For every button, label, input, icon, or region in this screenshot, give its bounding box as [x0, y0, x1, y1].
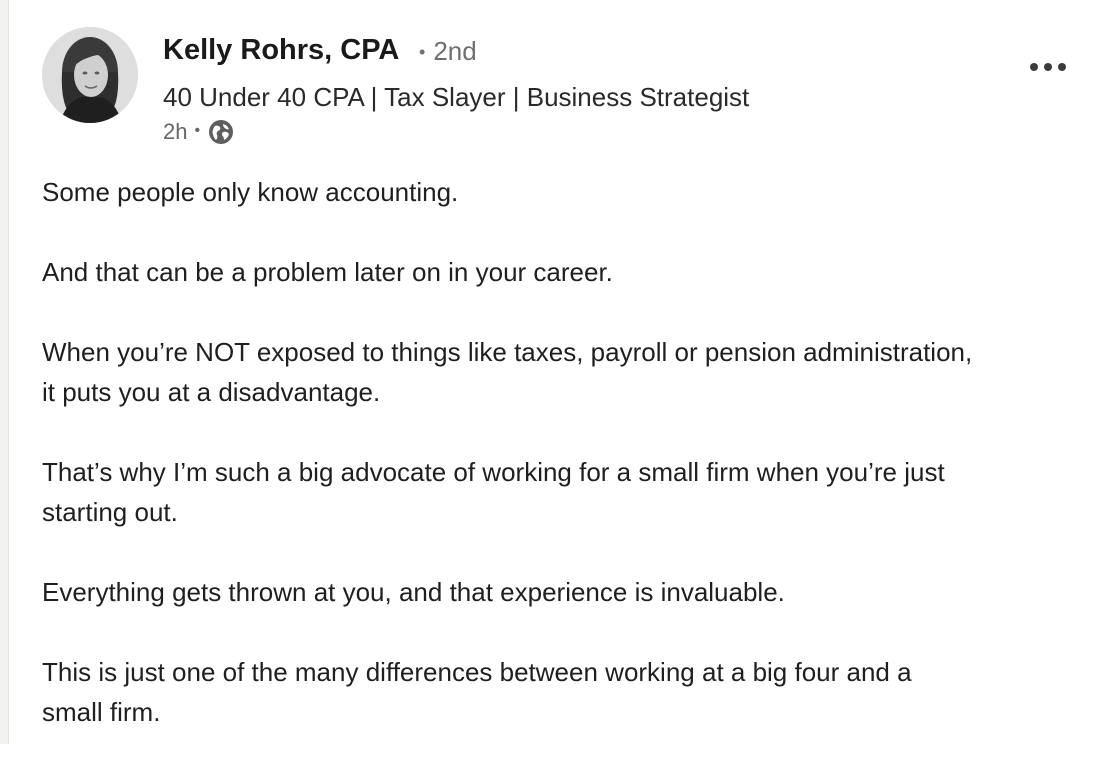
post-body: Some people only know accounting. And th…: [42, 172, 1092, 772]
more-options-button[interactable]: [1023, 52, 1073, 82]
post-time: 2h: [163, 119, 188, 144]
separator-dot: •: [419, 42, 426, 62]
post-paragraph: That’s why I’m such a big advocate of wo…: [42, 457, 945, 527]
connection-degree: • 2nd: [419, 34, 477, 71]
post-paragraph: And that can be a problem later on in yo…: [42, 257, 613, 287]
author-headline: 40 Under 40 CPA | Tax Slayer | Business …: [163, 82, 750, 112]
author-name[interactable]: Kelly Rohrs, CPA: [163, 32, 399, 68]
post-paragraph: Some people only know accounting.: [42, 177, 459, 207]
separator-dot: •: [194, 122, 201, 139]
post-paragraph: When you’re NOT exposed to things like t…: [42, 337, 973, 407]
avatar[interactable]: [42, 27, 138, 123]
more-icon: [1030, 63, 1066, 71]
connection-degree-label: 2nd: [433, 36, 477, 66]
post-paragraph: Everything gets thrown at you, and that …: [42, 577, 785, 607]
post-meta: 2h •: [163, 117, 234, 147]
post-paragraph: This is just one of the many differences…: [42, 657, 912, 727]
feed-post: Kelly Rohrs, CPA • 2nd 40 Under 40 CPA | …: [0, 0, 1104, 744]
globe-icon: [208, 119, 234, 145]
avatar-photo: [42, 27, 138, 123]
